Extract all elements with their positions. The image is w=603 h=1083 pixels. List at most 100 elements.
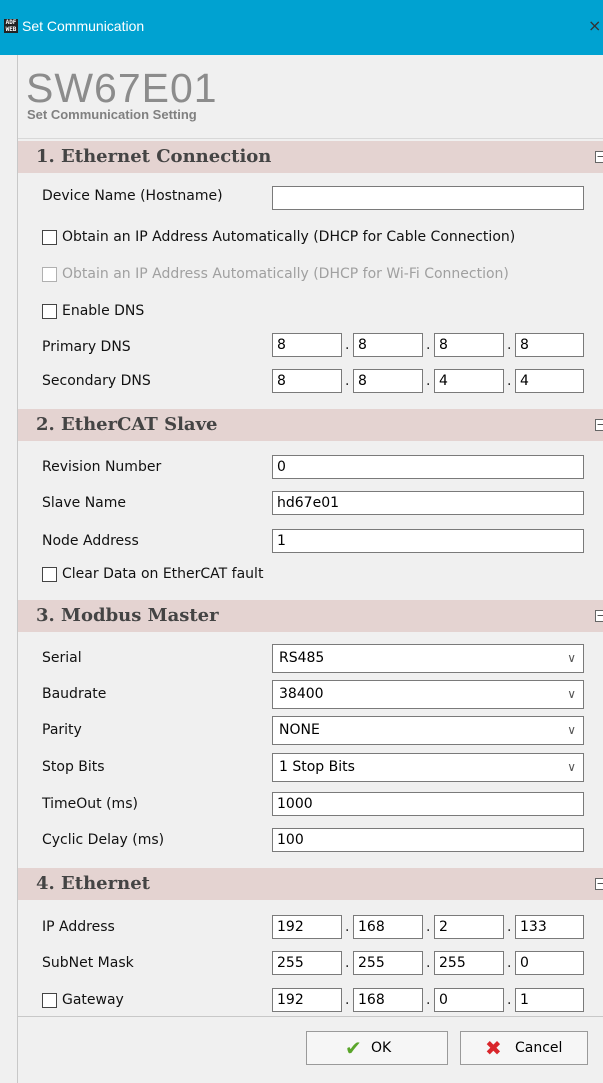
collapse-icon[interactable]: − <box>595 878 603 890</box>
page-header: SW67E01 Set Communication Setting <box>18 55 603 139</box>
separator-dot: . <box>345 992 350 1008</box>
enable-dns-checkbox[interactable] <box>42 304 57 319</box>
separator-dot: . <box>345 955 350 971</box>
ip-octet-3[interactable]: 2 <box>434 915 504 939</box>
dhcp-cable-label: Obtain an IP Address Automatically (DHCP… <box>62 229 516 245</box>
collapse-icon[interactable]: − <box>595 419 603 431</box>
app-logo-icon: ADF WEB <box>4 19 18 33</box>
separator-dot: . <box>345 919 350 935</box>
node-address-label: Node Address <box>42 533 139 549</box>
section-ethernet: 4. Ethernet − <box>18 868 603 900</box>
ip-octet-2[interactable]: 168 <box>353 915 423 939</box>
clear-data-label: Clear Data on EtherCAT fault <box>62 566 264 582</box>
section-title: 2. EtherCAT Slave <box>36 414 218 435</box>
section-modbus-master: 3. Modbus Master − <box>18 600 603 632</box>
checkmark-icon: ✔ <box>345 1036 362 1060</box>
cyclic-delay-label: Cyclic Delay (ms) <box>42 832 165 848</box>
subnet-octet-4[interactable]: 0 <box>515 951 584 975</box>
gateway-checkbox[interactable] <box>42 993 57 1008</box>
dhcp-wifi-label: Obtain an IP Address Automatically (DHCP… <box>62 266 509 282</box>
secondary-dns-octet-1[interactable]: 8 <box>272 369 342 393</box>
separator-dot: . <box>345 337 350 353</box>
separator-dot: . <box>507 373 512 389</box>
subnet-mask-label: SubNet Mask <box>42 955 134 971</box>
serial-value: RS485 <box>279 650 325 666</box>
primary-dns-octet-4[interactable]: 8 <box>515 333 584 357</box>
page-subtitle: Set Communication Setting <box>27 107 197 122</box>
chevron-down-icon: ∨ <box>567 760 576 774</box>
close-icon[interactable]: × <box>588 16 601 35</box>
parity-label: Parity <box>42 722 82 738</box>
device-name-label: Device Name (Hostname) <box>42 188 223 204</box>
chevron-down-icon: ∨ <box>567 651 576 665</box>
ip-octet-1[interactable]: 192 <box>272 915 342 939</box>
revision-number-label: Revision Number <box>42 459 162 475</box>
subnet-octet-3[interactable]: 255 <box>434 951 504 975</box>
subnet-octet-1[interactable]: 255 <box>272 951 342 975</box>
window-title: Set Communication <box>22 18 145 34</box>
separator-dot: . <box>426 955 431 971</box>
ok-button[interactable]: ✔ OK <box>306 1031 448 1065</box>
cancel-button[interactable]: ✖ Cancel <box>460 1031 588 1065</box>
gateway-octet-4[interactable]: 1 <box>515 988 584 1012</box>
stop-bits-value: 1 Stop Bits <box>279 759 355 775</box>
collapse-icon[interactable]: − <box>595 610 603 622</box>
collapse-icon[interactable]: − <box>595 151 603 163</box>
section-title: 1. Ethernet Connection <box>36 146 272 167</box>
separator-dot: . <box>507 919 512 935</box>
timeout-label: TimeOut (ms) <box>42 796 138 812</box>
parity-select[interactable]: NONE ∨ <box>272 716 584 745</box>
section-ethercat-slave: 2. EtherCAT Slave − <box>18 409 603 441</box>
secondary-dns-octet-2[interactable]: 8 <box>353 369 423 393</box>
stop-bits-label: Stop Bits <box>42 759 105 775</box>
cancel-x-icon: ✖ <box>485 1036 502 1060</box>
enable-dns-label: Enable DNS <box>62 303 145 319</box>
dhcp-cable-checkbox[interactable] <box>42 230 57 245</box>
ip-address-label: IP Address <box>42 919 115 935</box>
chevron-down-icon: ∨ <box>567 687 576 701</box>
slave-name-label: Slave Name <box>42 495 127 511</box>
subnet-octet-2[interactable]: 255 <box>353 951 423 975</box>
gateway-label: Gateway <box>62 992 124 1008</box>
separator-dot: . <box>507 955 512 971</box>
slave-name-field[interactable]: hd67e01 <box>272 491 584 515</box>
gateway-octet-1[interactable]: 192 <box>272 988 342 1012</box>
baudrate-label: Baudrate <box>42 686 107 702</box>
gateway-octet-3[interactable]: 0 <box>434 988 504 1012</box>
gateway-octet-2[interactable]: 168 <box>353 988 423 1012</box>
secondary-dns-label: Secondary DNS <box>42 373 151 389</box>
primary-dns-octet-3[interactable]: 8 <box>434 333 504 357</box>
separator-dot: . <box>507 337 512 353</box>
baudrate-value: 38400 <box>279 686 324 702</box>
stop-bits-select[interactable]: 1 Stop Bits ∨ <box>272 753 584 782</box>
serial-select[interactable]: RS485 ∨ <box>272 644 584 673</box>
cancel-label: Cancel <box>515 1040 563 1056</box>
section-title: 3. Modbus Master <box>36 605 219 626</box>
serial-label: Serial <box>42 650 82 666</box>
parity-value: NONE <box>279 722 320 738</box>
ok-label: OK <box>371 1040 392 1056</box>
dhcp-wifi-checkbox <box>42 267 57 282</box>
node-address-field[interactable]: 1 <box>272 529 584 553</box>
dialog-body: SW67E01 Set Communication Setting 1. Eth… <box>17 55 603 1083</box>
window-titlebar: ADF WEB Set Communication × <box>0 0 603 55</box>
separator-dot: . <box>345 373 350 389</box>
footer-divider <box>18 1016 603 1017</box>
section-ethernet-connection: 1. Ethernet Connection − <box>18 141 603 173</box>
cyclic-delay-field[interactable]: 100 <box>272 828 584 852</box>
separator-dot: . <box>426 373 431 389</box>
secondary-dns-octet-4[interactable]: 4 <box>515 369 584 393</box>
clear-data-checkbox[interactable] <box>42 567 57 582</box>
device-name-field[interactable] <box>272 186 584 210</box>
separator-dot: . <box>426 992 431 1008</box>
chevron-down-icon: ∨ <box>567 723 576 737</box>
ip-octet-4[interactable]: 133 <box>515 915 584 939</box>
separator-dot: . <box>426 919 431 935</box>
primary-dns-label: Primary DNS <box>42 339 131 355</box>
revision-number-field[interactable]: 0 <box>272 455 584 479</box>
primary-dns-octet-2[interactable]: 8 <box>353 333 423 357</box>
primary-dns-octet-1[interactable]: 8 <box>272 333 342 357</box>
secondary-dns-octet-3[interactable]: 4 <box>434 369 504 393</box>
timeout-field[interactable]: 1000 <box>272 792 584 816</box>
baudrate-select[interactable]: 38400 ∨ <box>272 680 584 709</box>
